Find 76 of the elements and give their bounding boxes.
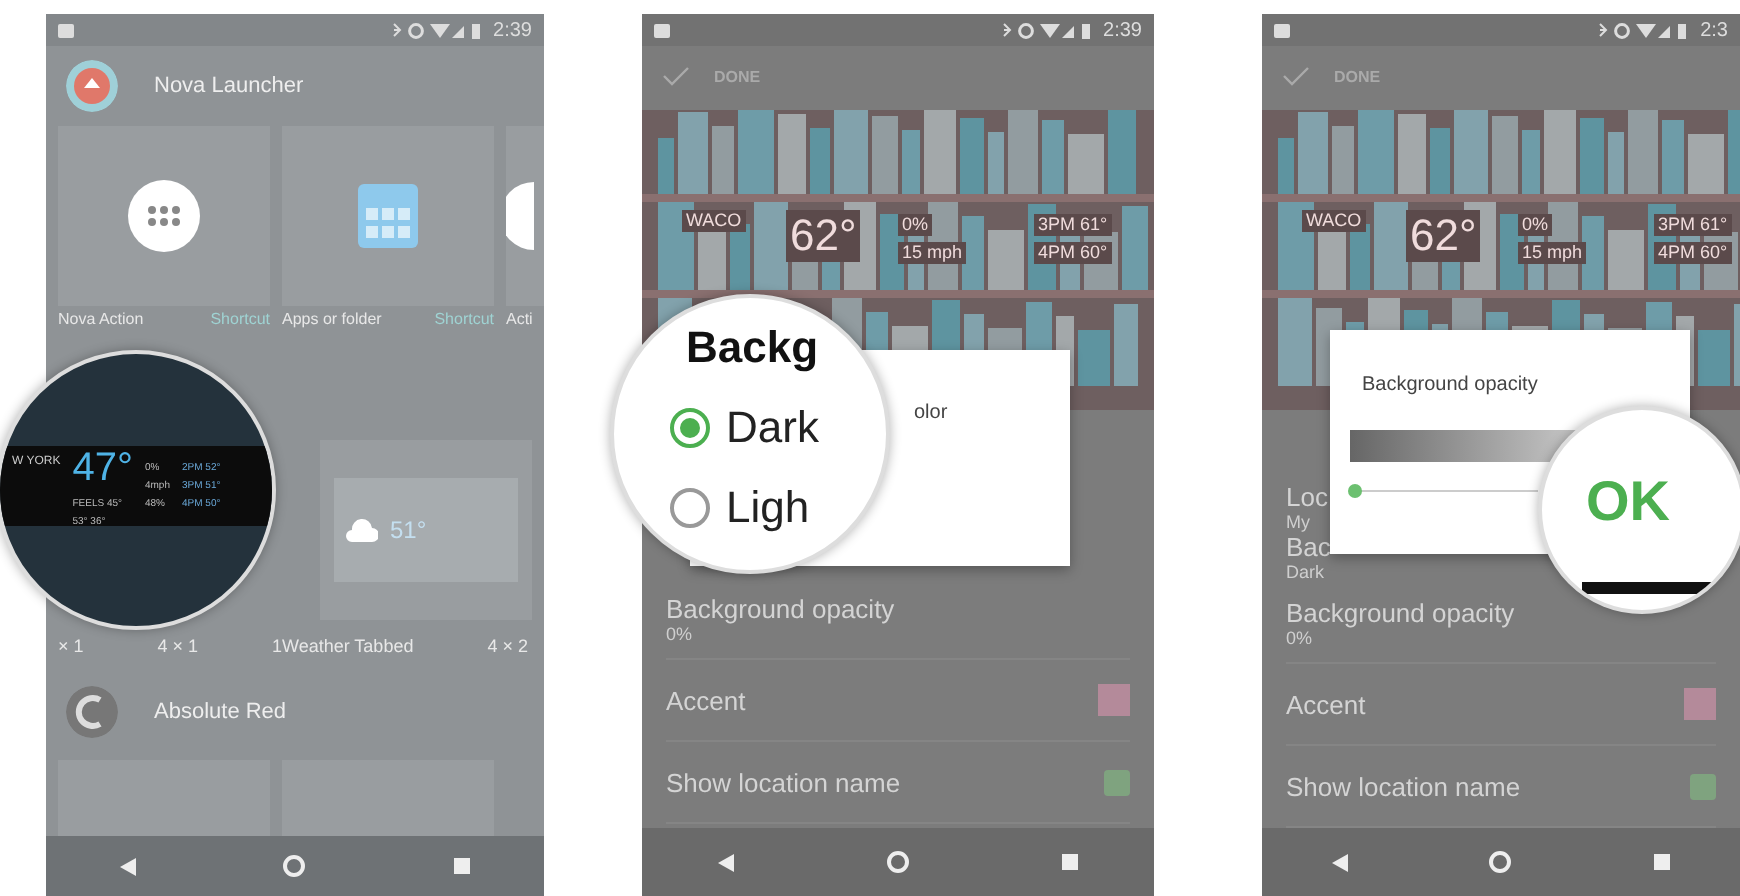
radio-button[interactable] bbox=[670, 408, 710, 448]
notification-icon bbox=[654, 23, 670, 37]
widget-tile[interactable] bbox=[58, 126, 270, 306]
clock-text: 2:3 bbox=[1700, 19, 1728, 41]
forecast-text: 3PM 61° bbox=[1034, 214, 1112, 236]
folder-grid-icon bbox=[358, 184, 418, 248]
dialog-title: Backg bbox=[686, 322, 819, 374]
back-icon[interactable] bbox=[1332, 853, 1349, 871]
widget-label: 4 × 1 bbox=[157, 636, 199, 660]
wind-text: 15 mph bbox=[1518, 242, 1587, 264]
setting-value: 0% bbox=[666, 623, 693, 643]
setting-title[interactable]: Loc bbox=[1286, 482, 1328, 512]
ok-button[interactable]: OK bbox=[1586, 470, 1670, 534]
setting-title[interactable]: Accent bbox=[666, 685, 746, 715]
setting-title[interactable]: Background opacity bbox=[1286, 597, 1515, 627]
check-icon[interactable] bbox=[1282, 66, 1310, 86]
forecast-text: 4PM 60° bbox=[1034, 242, 1112, 264]
app-icon bbox=[66, 686, 118, 738]
temperature-text: 62° bbox=[1406, 210, 1481, 263]
color-swatch[interactable] bbox=[1098, 684, 1130, 716]
clock-text: 2:39 bbox=[1103, 19, 1142, 41]
slider-thumb[interactable] bbox=[1348, 484, 1362, 498]
forecast-text: 4PM 60° bbox=[1654, 242, 1732, 264]
widget-label: 4 × 2 bbox=[487, 636, 528, 660]
temperature-text: 62° bbox=[786, 210, 861, 263]
widget-label: Nova Action bbox=[58, 310, 144, 332]
checkbox[interactable] bbox=[1690, 773, 1716, 799]
widget-label: 1Weather Tabbed bbox=[271, 636, 414, 660]
app-icon bbox=[66, 60, 118, 112]
location-text: WACO bbox=[1302, 210, 1366, 232]
recents-icon[interactable] bbox=[454, 858, 471, 874]
setting-title[interactable]: Bac bbox=[1286, 532, 1331, 562]
option-label[interactable]: Ligh bbox=[726, 482, 810, 534]
option-label[interactable]: Dark bbox=[726, 402, 819, 454]
dialog-title: olor bbox=[914, 402, 948, 424]
back-icon[interactable] bbox=[119, 857, 136, 875]
home-icon[interactable] bbox=[282, 854, 307, 878]
wind-text: 15 mph bbox=[898, 242, 967, 264]
setting-title[interactable]: Show location name bbox=[666, 767, 901, 797]
back-icon[interactable] bbox=[718, 853, 734, 871]
widget-label: × 1 bbox=[58, 636, 84, 660]
notification-icon bbox=[58, 23, 74, 37]
recents-icon[interactable] bbox=[1653, 854, 1670, 870]
temperature-text: 47° bbox=[72, 445, 133, 491]
widget-label: Acti bbox=[506, 310, 533, 332]
setting-title[interactable]: Show location name bbox=[1286, 771, 1521, 801]
notification-icon bbox=[1274, 23, 1290, 37]
section-title: Nova Launcher bbox=[154, 74, 304, 98]
clock-text: 2:39 bbox=[493, 19, 532, 41]
widget-tile[interactable] bbox=[282, 126, 494, 306]
home-icon[interactable] bbox=[886, 850, 910, 874]
status-icons bbox=[389, 21, 486, 39]
setting-value: Dark bbox=[1286, 562, 1327, 582]
rain-text: 0% bbox=[1518, 214, 1553, 236]
home-icon[interactable] bbox=[1488, 850, 1513, 874]
radio-button[interactable] bbox=[670, 488, 710, 528]
color-swatch[interactable] bbox=[1684, 688, 1716, 720]
rain-text: 0% bbox=[898, 214, 933, 236]
forecast-text: 3PM 61° bbox=[1654, 214, 1732, 236]
temperature-text: 51° bbox=[390, 516, 427, 544]
widget-label: Apps or folder bbox=[282, 310, 382, 332]
dialog-title: Background opacity bbox=[1362, 374, 1538, 396]
location-text: WACO bbox=[682, 210, 746, 232]
widget-type: Shortcut bbox=[210, 310, 270, 332]
dots-icon bbox=[128, 180, 200, 252]
setting-value: 0% bbox=[1286, 627, 1313, 647]
cloud-icon bbox=[346, 518, 378, 542]
status-icons bbox=[999, 21, 1096, 39]
check-icon[interactable] bbox=[662, 66, 690, 86]
widget-type: Shortcut bbox=[434, 310, 494, 332]
widget-tile[interactable]: 51° bbox=[320, 440, 532, 620]
checkbox[interactable] bbox=[1104, 769, 1130, 795]
setting-value: My bbox=[1286, 512, 1312, 532]
section-title: Absolute Red bbox=[154, 700, 287, 724]
setting-title[interactable]: Accent bbox=[1286, 689, 1366, 719]
setting-title[interactable]: Background opacity bbox=[666, 593, 895, 623]
